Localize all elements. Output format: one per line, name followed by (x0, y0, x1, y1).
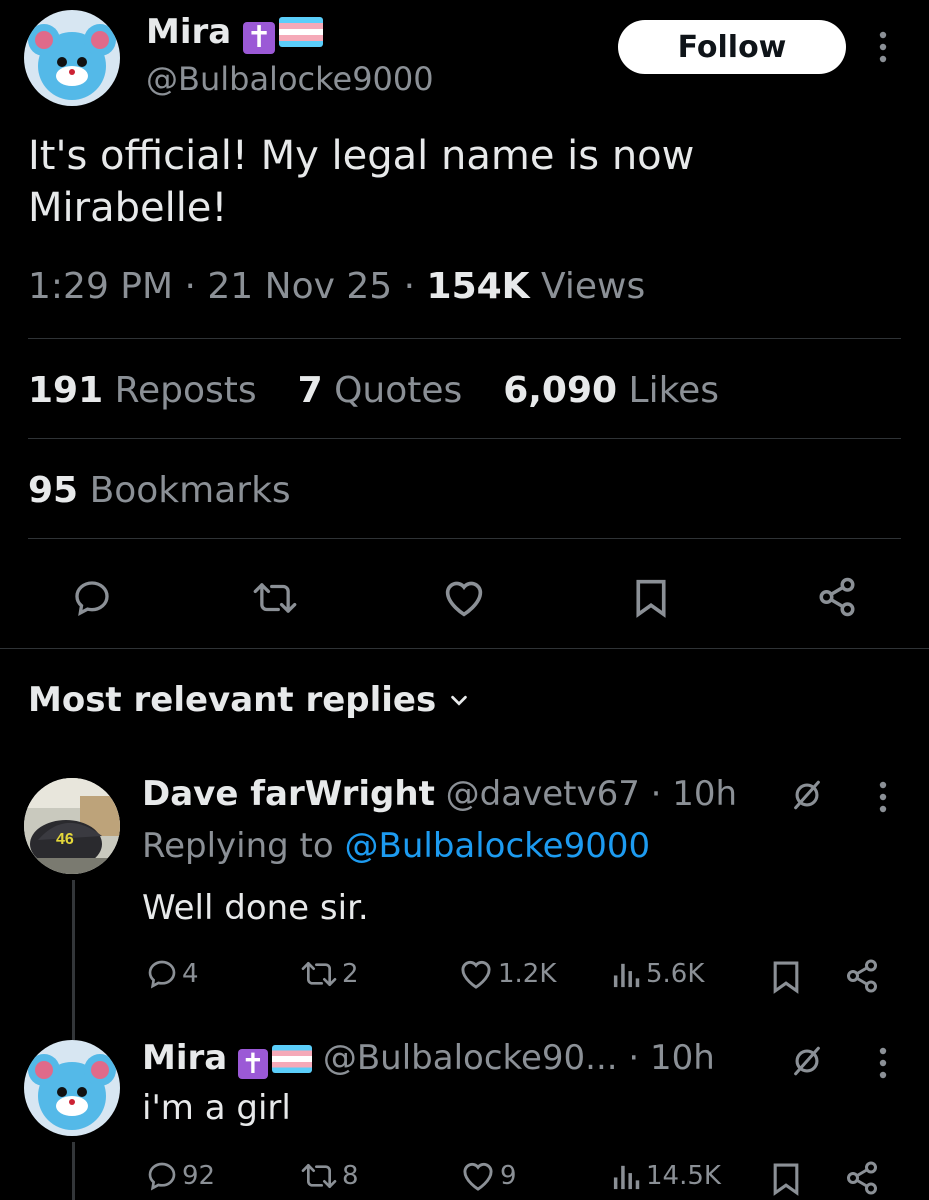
reply-author-handle[interactable]: @davetv67 (446, 774, 640, 814)
reply-like-count: 9 (500, 1161, 517, 1191)
bookmarks-label: Bookmarks (89, 470, 291, 511)
reply-text: i'm a girl (142, 1088, 291, 1128)
bookmarks-stat[interactable]: 95 Bookmarks (28, 470, 291, 511)
heart-icon (463, 1162, 493, 1191)
avatar[interactable] (24, 10, 120, 106)
reply-repost-button[interactable]: 8 (300, 1160, 359, 1192)
bookmarks-count: 95 (28, 470, 79, 511)
bookmark-icon[interactable] (772, 1162, 800, 1196)
replying-to: Replying to @Bulbalocke9000 (142, 826, 650, 866)
comment-icon (148, 1162, 176, 1191)
quotes-count: 7 (297, 370, 323, 411)
quotes-label: Quotes (334, 370, 463, 411)
reply-views-button[interactable]: 14.5K (612, 1160, 721, 1192)
likes-stat[interactable]: 6,090 Likes (503, 370, 719, 411)
follow-button[interactable]: Follow (618, 20, 846, 74)
follow-label: Follow (677, 29, 787, 65)
quotes-stat[interactable]: 7 Quotes (298, 370, 463, 411)
views-label: Views (541, 266, 646, 307)
reply-like-button[interactable]: 1.2K (458, 958, 556, 990)
reposts-label: Reposts (114, 370, 257, 411)
avatar[interactable]: 46 (24, 778, 120, 874)
bookmark-icon[interactable] (772, 960, 800, 994)
reply-like-button[interactable]: 9 (460, 1160, 517, 1192)
reply-repost-count: 2 (342, 959, 359, 989)
likes-label: Likes (628, 370, 720, 411)
share-icon[interactable] (844, 958, 880, 994)
more-vertical-icon[interactable] (876, 780, 890, 814)
repost-icon (301, 1164, 337, 1188)
grok-icon[interactable] (790, 778, 824, 812)
cross-emoji-icon: ✝ (243, 22, 276, 54)
reply-comment-button[interactable]: 4 (146, 958, 199, 990)
reply-repost-button[interactable]: 2 (300, 958, 359, 990)
engagement-stats: 191 Reposts 7 Quotes 6,090 Likes (28, 370, 719, 411)
more-vertical-icon[interactable] (876, 30, 890, 64)
repost-icon[interactable] (252, 578, 298, 618)
divider (28, 438, 901, 439)
reply-like-count: 1.2K (498, 959, 557, 989)
reply-repost-count: 8 (342, 1161, 359, 1191)
avatar[interactable] (24, 1040, 120, 1136)
reply-author-handle[interactable]: @Bulbalocke90... (323, 1038, 618, 1078)
chevron-down-icon (448, 689, 470, 711)
reply-header: Dave farWright @davetv67 · 10h (142, 774, 738, 814)
views-icon (613, 963, 640, 988)
reply-time[interactable]: 10h (650, 1038, 715, 1078)
reply-comment-button[interactable]: 92 (146, 1160, 215, 1192)
author-handle[interactable]: @Bulbalocke9000 (146, 60, 434, 98)
views-count: 154K (426, 266, 530, 307)
thread-line (72, 1142, 75, 1200)
divider (0, 648, 929, 649)
trans-flag-emoji-icon (279, 17, 324, 47)
reply-time[interactable]: 10h (672, 774, 737, 814)
replying-to-handle[interactable]: @Bulbalocke9000 (345, 826, 651, 866)
cross-emoji-icon: ✝ (238, 1049, 269, 1079)
tweet-text: It's official! My legal name is now Mira… (28, 133, 695, 231)
comment-icon[interactable] (72, 578, 112, 618)
likes-count: 6,090 (503, 370, 618, 411)
tweet-meta: 1:29 PM · 21 Nov 25 · 154K Views (28, 266, 646, 307)
reply-text: Well done sir. (142, 888, 369, 928)
trans-flag-emoji-icon (272, 1045, 313, 1073)
thread-line (72, 880, 75, 1040)
reply-header: Mira ✝ @Bulbalocke90... · 10h (142, 1038, 715, 1080)
share-icon[interactable] (816, 576, 858, 618)
divider (28, 338, 901, 339)
reply-comment-count: 4 (182, 959, 199, 989)
reply-views-button[interactable]: 5.6K (612, 958, 704, 990)
repost-icon (301, 962, 337, 986)
author-name[interactable]: Mira (146, 12, 231, 52)
reply-author-name[interactable]: Mira (142, 1038, 227, 1078)
grok-icon[interactable] (790, 1044, 824, 1078)
divider (28, 538, 901, 539)
tweet-time[interactable]: 1:29 PM (28, 266, 173, 307)
reply-comment-count: 92 (182, 1161, 216, 1191)
replies-header: Most relevant replies (28, 680, 437, 720)
bookmark-icon[interactable] (634, 578, 668, 618)
reposts-stat[interactable]: 191 Reposts (28, 370, 257, 411)
svg-text:46: 46 (56, 831, 74, 848)
replying-to-label: Replying to (142, 826, 334, 866)
share-icon[interactable] (844, 1160, 880, 1196)
tweet-date[interactable]: 21 Nov 25 (207, 266, 392, 307)
heart-icon (461, 960, 491, 989)
replies-sort-dropdown[interactable]: Most relevant replies (28, 680, 470, 720)
reply-views-count: 14.5K (646, 1161, 721, 1191)
reply-views-count: 5.6K (646, 959, 705, 989)
more-vertical-icon[interactable] (876, 1046, 890, 1080)
reply-author-name[interactable]: Dave farWright (142, 774, 435, 814)
heart-icon[interactable] (442, 578, 486, 618)
comment-icon (148, 960, 176, 989)
reposts-count: 191 (28, 370, 104, 411)
views-icon (613, 1165, 640, 1190)
